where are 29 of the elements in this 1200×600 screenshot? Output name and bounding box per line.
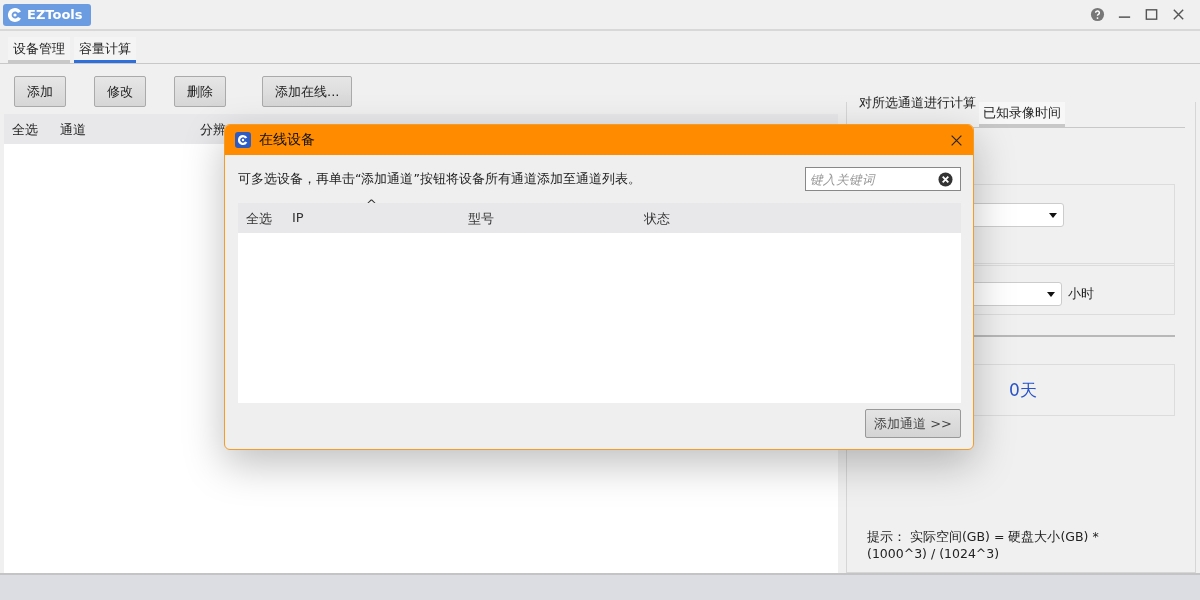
maximize-icon[interactable] <box>1144 7 1159 23</box>
window-title: EZTools <box>27 7 83 23</box>
unit-label: 小时 <box>1068 285 1094 304</box>
instruction-text: 可多选设备，再单击“添加通道”按钮将设备所有通道添加至通道列表。 <box>238 170 641 188</box>
column-header[interactable]: 分辨 <box>200 121 226 140</box>
search-field[interactable]: 键入关键词 <box>805 167 961 191</box>
column-header[interactable]: 型号 <box>468 210 494 228</box>
result-value: 0天 <box>1008 378 1037 402</box>
help-icon[interactable] <box>1090 7 1105 23</box>
column-header[interactable]: 状态 <box>644 210 670 228</box>
column-header[interactable]: IP <box>292 210 304 225</box>
tab[interactable]: 容量计算 <box>74 37 136 64</box>
app-logo-icon <box>7 6 23 23</box>
app-logo-icon <box>235 132 251 148</box>
tab[interactable]: 已知录像时间 <box>979 102 1065 128</box>
sort-indicator: ^ <box>366 197 377 212</box>
tab[interactable]: 设备管理 <box>8 37 70 64</box>
toolbar-button[interactable]: 修改 <box>94 76 146 108</box>
clear-icon[interactable] <box>938 172 953 187</box>
column-header[interactable]: 全选 <box>12 121 38 140</box>
dialog-title: 在线设备 <box>259 131 316 149</box>
close-icon[interactable] <box>950 133 963 147</box>
toolbar-button[interactable]: 添加 <box>14 76 66 108</box>
add-channel-button[interactable]: 添加通道 >> <box>865 409 961 438</box>
toolbar-button[interactable]: 添加在线... <box>262 76 353 108</box>
column-header[interactable]: 全选 <box>246 210 272 228</box>
hint-text: 提示： 实际空间(GB) = 硬盘大小(GB) * (1000^3) / (1024^3) <box>867 528 1100 563</box>
column-header[interactable]: 通道 <box>60 121 86 140</box>
toolbar-button[interactable]: 删除 <box>174 76 226 108</box>
